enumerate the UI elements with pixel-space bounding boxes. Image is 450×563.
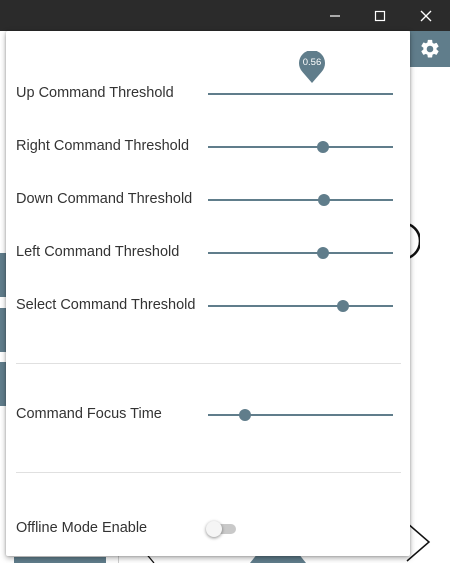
close-button[interactable] (403, 0, 449, 31)
slider-value-bubble[interactable]: 0.56 (299, 50, 325, 83)
slider-thumb[interactable] (239, 409, 251, 421)
slider-thumb[interactable] (318, 194, 330, 206)
threshold-label: Select Command Threshold (16, 297, 196, 313)
slider-thumb[interactable] (317, 141, 329, 153)
offline-mode-row: Offline Mode Enable (6, 514, 410, 544)
settings-button[interactable] (410, 31, 450, 67)
gear-icon (421, 39, 439, 58)
threshold-slider[interactable] (208, 194, 393, 206)
threshold-label: Up Command Threshold (16, 85, 174, 101)
offline-mode-label: Offline Mode Enable (16, 520, 148, 536)
threshold-slider[interactable]: 0.56 (208, 50, 393, 95)
threshold-label: Right Command Threshold (16, 138, 190, 154)
slider-value-label: 0.56 (302, 57, 322, 68)
threshold-row: Right Command Threshold (6, 132, 410, 162)
toggle-knob (206, 521, 222, 537)
slider-thumb[interactable] (317, 247, 329, 259)
minimize-button[interactable] (312, 0, 358, 31)
window-titlebar (0, 0, 450, 31)
background-bottom-button[interactable] (14, 557, 106, 563)
maximize-icon (374, 10, 386, 21)
threshold-label: Down Command Threshold (16, 191, 193, 207)
threshold-slider[interactable] (208, 247, 393, 259)
threshold-row: Left Command Threshold (6, 238, 410, 268)
threshold-row: Select Command Threshold (6, 291, 410, 321)
command-focus-time-slider[interactable] (208, 409, 393, 421)
maximize-button[interactable] (357, 0, 403, 31)
command-focus-time-row: Command Focus Time (6, 400, 410, 430)
threshold-row: Down Command Threshold (6, 185, 410, 215)
threshold-label: Left Command Threshold (16, 244, 180, 260)
close-icon (420, 10, 432, 21)
settings-panel: Up Command Threshold 0.56 Right Command Th… (6, 31, 410, 556)
slider-thumb[interactable] (337, 300, 349, 312)
divider (16, 472, 401, 473)
threshold-row: Up Command Threshold 0.56 (6, 50, 410, 109)
threshold-slider[interactable] (208, 300, 393, 312)
command-focus-time-label: Command Focus Time (16, 406, 162, 422)
divider (16, 363, 401, 364)
threshold-slider[interactable] (208, 141, 393, 153)
minimize-icon (330, 14, 340, 17)
offline-mode-toggle[interactable] (206, 521, 238, 537)
